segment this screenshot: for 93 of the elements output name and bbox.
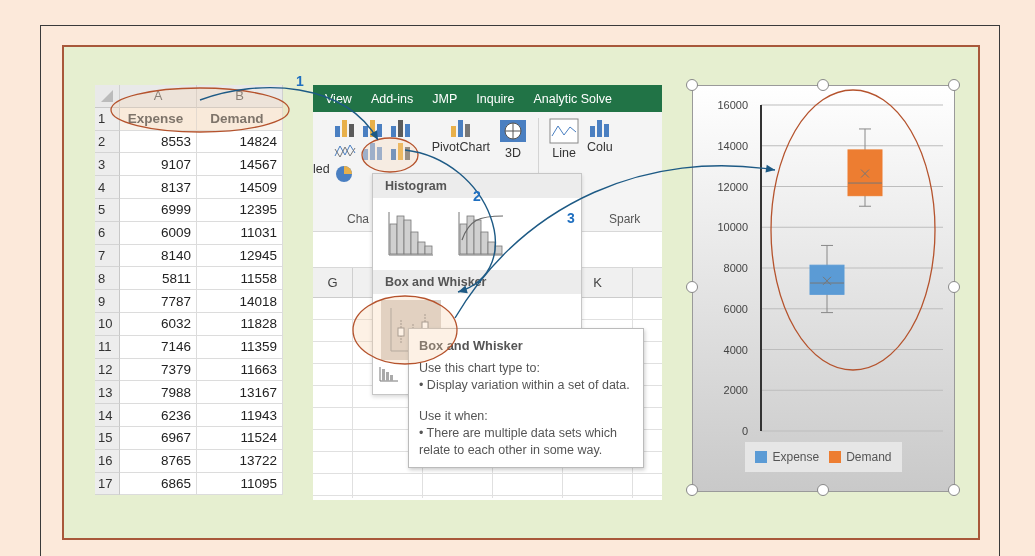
pivotchart-button[interactable]: PivotChart (427, 118, 495, 154)
table-cell: 12945 (197, 244, 283, 268)
table-cell: 5811 (120, 267, 197, 291)
column-header: G (313, 268, 353, 297)
table-cell: 11663 (197, 358, 283, 382)
resize-handle[interactable] (686, 281, 698, 293)
table-cell: 14018 (197, 290, 283, 313)
table-cell: 6865 (120, 472, 197, 496)
table-cell: 7988 (120, 381, 197, 405)
group-label: Cha (347, 212, 369, 226)
table-cell: 9107 (120, 153, 197, 177)
resize-handle[interactable] (948, 79, 960, 91)
tooltip-text: • There are multiple data sets which relate to each other in some way. (419, 424, 618, 459)
table-cell: 8140 (120, 244, 197, 268)
more-charts-icon (379, 366, 399, 382)
table-cell: 11524 (197, 426, 283, 450)
recommended-charts-button[interactable]: led (313, 162, 330, 176)
table-cell: 11359 (197, 335, 283, 359)
table-cell: 12395 (197, 199, 283, 222)
step-number: 3 (567, 210, 575, 226)
column-sparkline-icon[interactable] (588, 118, 611, 138)
table-cell: 6999 (120, 199, 197, 222)
sparkline-icon (549, 118, 580, 144)
table-cell: 8137 (120, 176, 197, 199)
resize-handle[interactable] (686, 484, 698, 496)
table-cell: 6032 (120, 312, 197, 336)
box-plot-drawing: 16000 14000 12000 10000 8000 6000 4000 2000 0 (693, 86, 954, 438)
header-cell: Demand (197, 107, 283, 131)
column-header: B (197, 85, 283, 108)
table-cell: 14824 (197, 130, 283, 154)
pivotchart-icon[interactable] (449, 118, 472, 138)
resize-handle[interactable] (817, 484, 829, 496)
column-header: A (120, 85, 197, 108)
table-cell: 7379 (120, 358, 197, 382)
step-number: 2 (473, 188, 481, 204)
resize-handle[interactable] (948, 281, 960, 293)
row-number: 16 (95, 449, 120, 473)
resize-handle[interactable] (948, 484, 960, 496)
column-sparkline-button[interactable]: Colu (583, 118, 617, 154)
group-label: Spark (609, 212, 641, 226)
header-cell: Expense (120, 107, 197, 131)
legend-label: Demand (846, 450, 892, 464)
row-number: 2 (95, 130, 120, 154)
table-cell: 14567 (197, 153, 283, 177)
row-number: 7 (95, 244, 120, 268)
column-chart-icon[interactable] (333, 118, 356, 138)
histogram-icon (387, 210, 435, 258)
row-number: 6 (95, 221, 120, 245)
legend-label: Expense (772, 450, 820, 464)
ribbon-tab[interactable]: Analytic Solve (533, 91, 612, 106)
table-cell: 11095 (197, 472, 283, 496)
resize-handle[interactable] (686, 79, 698, 91)
resize-handle[interactable] (817, 79, 829, 91)
ribbon-tab[interactable]: Inquire (476, 91, 515, 106)
row-number: 5 (95, 199, 120, 222)
table-cell: 11031 (197, 221, 283, 245)
row-number: 17 (95, 472, 120, 496)
table-cell: 14509 (197, 176, 283, 199)
pareto-chart-icon (457, 210, 505, 258)
table-cell: 11558 (197, 267, 283, 291)
row-number: 3 (95, 153, 120, 177)
line-sparkline-button[interactable]: Line (545, 118, 584, 160)
table-cell: 8553 (120, 130, 197, 154)
table-cell: 6009 (120, 221, 197, 245)
table-cell: 7146 (120, 335, 197, 359)
step-number: 1 (296, 73, 304, 89)
globe-map-icon (498, 118, 529, 144)
table-cell: 11943 (197, 404, 283, 427)
row-number: 15 (95, 426, 120, 450)
row-number: 10 (95, 312, 120, 336)
row-number: 13 (95, 381, 120, 405)
ribbon-tab[interactable]: JMP (432, 91, 458, 106)
3d-map-button[interactable]: 3D (494, 118, 533, 160)
row-number: 12 (95, 358, 120, 382)
row-number: 4 (95, 176, 120, 199)
row-number: 1 (95, 107, 120, 131)
table-cell: 13722 (197, 449, 283, 473)
highlight-ellipse (361, 137, 419, 173)
table-cell: 6967 (120, 426, 197, 450)
row-number: 8 (95, 267, 120, 291)
tooltip-text: • Display variation within a set of data. (419, 377, 631, 394)
table-cell: 8765 (120, 449, 197, 473)
tooltip-text: Use it when: (419, 408, 489, 425)
select-all-icon (101, 89, 113, 102)
row-number: 9 (95, 290, 120, 313)
row-number: 14 (95, 404, 120, 427)
tooltip-text: Use this chart type to: (419, 360, 541, 378)
table-cell: 13167 (197, 381, 283, 405)
row-number: 11 (95, 335, 120, 359)
table-cell: 11828 (197, 312, 283, 336)
table-cell: 6236 (120, 404, 197, 427)
ribbon-tab[interactable]: Add-ins (370, 91, 414, 106)
table-cell: 7787 (120, 290, 197, 313)
